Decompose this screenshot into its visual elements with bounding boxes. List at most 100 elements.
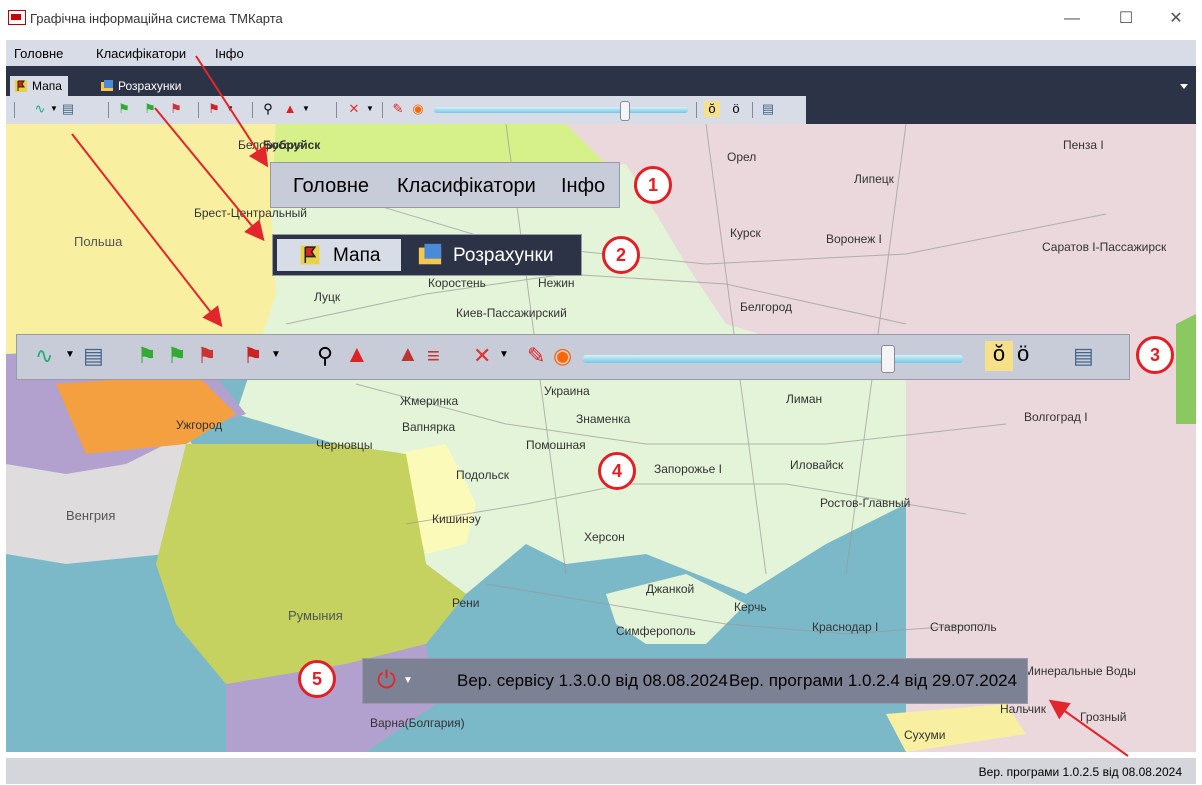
route-end-icon: ⚑ — [197, 343, 217, 368]
city-label: Ростов-Главный — [820, 496, 911, 510]
city-label: Рени — [452, 596, 480, 610]
layers-icon: ∿ — [35, 343, 54, 368]
window-title: Графічна інформаційна система ТМКарта — [30, 11, 283, 26]
flag-icon[interactable]: ⚑ — [206, 101, 222, 117]
target-icon[interactable]: ◉ — [410, 101, 426, 117]
toolbar: ∿ ▼ ▤ ⚑ ⚑ ⚑ ⚑ ▼ ⚲ ▲ ▼ ✕ ▼ ✎ ◉ ŏ ö ▤ — [6, 96, 1196, 124]
menu-item-classifiers[interactable]: Класифікатори — [96, 46, 186, 61]
tab-map[interactable]: Мапа — [10, 76, 68, 96]
city-label: Черновцы — [316, 438, 373, 452]
country-label: Польша — [74, 234, 123, 249]
map-view[interactable]: Белоруссия Бобруйск Орел Пенза I Липецк … — [6, 124, 1196, 752]
flag-icon: ⚑ — [243, 343, 263, 368]
city-label: Курск — [730, 226, 761, 240]
fill-color-icon: ▲ — [397, 341, 419, 366]
minimize-button[interactable]: — — [1052, 6, 1092, 32]
power-icon: ⏻ — [377, 667, 396, 694]
route-end-icon[interactable]: ⚑ — [168, 101, 184, 117]
callout-menu-classifiers: Класифікатори — [397, 175, 536, 197]
annotation-number-3: 3 — [1136, 336, 1174, 374]
city-label: Нежин — [538, 276, 575, 290]
tab-calculations-label: Розрахунки — [118, 79, 182, 93]
city-label: Подольск — [456, 468, 509, 482]
tabs-dropdown-icon[interactable] — [1180, 84, 1188, 89]
map-flag-icon — [300, 245, 320, 265]
copy-icon[interactable]: ▤ — [60, 101, 76, 117]
menu-item-info[interactable]: Інфо — [215, 46, 244, 61]
annotation-number-5: 5 — [298, 660, 336, 698]
color-dropdown-icon[interactable]: ▼ — [298, 101, 314, 117]
city-label: Пенза I — [1063, 138, 1104, 152]
zoom-slider — [583, 355, 963, 363]
color-triangle-icon[interactable]: ▲ — [282, 101, 298, 117]
pen-icon[interactable]: ✎ — [390, 101, 406, 117]
measure-icon[interactable]: ŏ — [704, 101, 720, 117]
legend-icon[interactable]: ▤ — [760, 101, 776, 117]
find-binoculars-icon[interactable]: ⚲ — [260, 101, 276, 117]
country-label: Венгрия — [66, 508, 116, 523]
city-label: Кишинэу — [432, 512, 481, 526]
app-icon — [8, 10, 26, 25]
city-label: Сухуми — [904, 728, 946, 742]
flag-dropdown-icon[interactable]: ▼ — [222, 101, 238, 117]
city-label: Помошная — [526, 438, 586, 452]
title-bar: Графічна інформаційна система ТМКарта — … — [0, 0, 1202, 38]
city-label: Орел — [727, 150, 757, 164]
route-start-icon[interactable]: ⚑ — [116, 101, 132, 117]
target-icon: ◉ — [553, 343, 573, 368]
legend-icon: ▤ — [1073, 343, 1094, 368]
zoom-slider[interactable] — [434, 107, 688, 113]
city-label: Брест-Центральный — [194, 206, 307, 220]
city-label: Джанкой — [646, 582, 695, 596]
maximize-button[interactable]: ☐ — [1106, 6, 1146, 32]
city-label: Луцк — [314, 290, 341, 304]
menu-item-home[interactable]: Головне — [14, 46, 63, 61]
menu-bar: Головне Класифікатори Інфо — [6, 40, 1196, 67]
tab-strip: Мапа Розрахунки — [6, 66, 1196, 96]
city-label: Минеральные Воды — [1024, 664, 1136, 678]
route-start-icon: ⚑ — [137, 343, 157, 368]
delete-icon[interactable]: ✕ — [346, 101, 362, 117]
callout-menu: Головне Класифікатори Інфо — [270, 162, 620, 208]
city-label: Белгород — [740, 300, 793, 314]
close-button[interactable]: ✕ — [1156, 6, 1196, 32]
city-label: Жмеринка — [400, 394, 459, 408]
flag-dropdown-icon: ▼ — [271, 349, 281, 360]
city-label: Вапнярка — [402, 420, 456, 434]
layers-dropdown-icon: ▼ — [65, 349, 75, 360]
city-label: Нальчик — [1000, 702, 1046, 716]
route-mid-icon[interactable]: ⚑ — [142, 101, 158, 117]
callout-tab-map-label: Мапа — [333, 245, 381, 266]
delete-dropdown-icon: ▼ — [499, 349, 509, 360]
zoom-slider-thumb — [881, 345, 895, 373]
callout-tabs: Мапа Розрахунки — [272, 234, 582, 276]
city-label: Украина — [544, 384, 590, 398]
folder-icon — [101, 80, 113, 91]
callout-menu-home: Головне — [293, 175, 369, 197]
tab-map-label: Мапа — [32, 79, 62, 93]
city-label: Киев-Пассажирский — [456, 306, 567, 320]
copy-icon: ▤ — [83, 343, 104, 368]
callout-version-bar: ⏻ ▼ Вер. сервісу 1.3.0.0 від 08.08.2024 … — [362, 658, 1028, 704]
find-binoculars-icon: ⚲ — [317, 343, 334, 368]
program-version-text: Вер. програми 1.0.2.4 від 29.07.2024 — [729, 671, 1018, 690]
city-label: Краснодар I — [812, 620, 879, 634]
line-color-icon: ≡ — [427, 343, 440, 368]
city-label: Воронеж I — [826, 232, 882, 246]
annotation-number-1: 1 — [634, 166, 672, 204]
tab-calculations[interactable]: Розрахунки — [96, 76, 187, 96]
city-label: Симферополь — [616, 624, 696, 638]
callout-tab-calculations-label: Розрахунки — [453, 245, 554, 266]
annotation-number-4: 4 — [598, 452, 636, 490]
annotation-number-2: 2 — [602, 236, 640, 274]
city-label: Иловайск — [790, 458, 844, 472]
delete-dropdown-icon[interactable]: ▼ — [362, 101, 378, 117]
city-label: Бобруйск — [263, 138, 321, 152]
callout-menu-info: Інфо — [561, 175, 606, 197]
route-mid-icon: ⚑ — [167, 343, 187, 368]
city-label: Коростень — [428, 276, 486, 290]
numbered-stations-icon[interactable]: ö — [728, 101, 744, 117]
power-dropdown-icon: ▼ — [403, 675, 413, 686]
zoom-slider-thumb[interactable] — [620, 101, 630, 121]
color-triangle-icon: ▲ — [345, 341, 369, 368]
